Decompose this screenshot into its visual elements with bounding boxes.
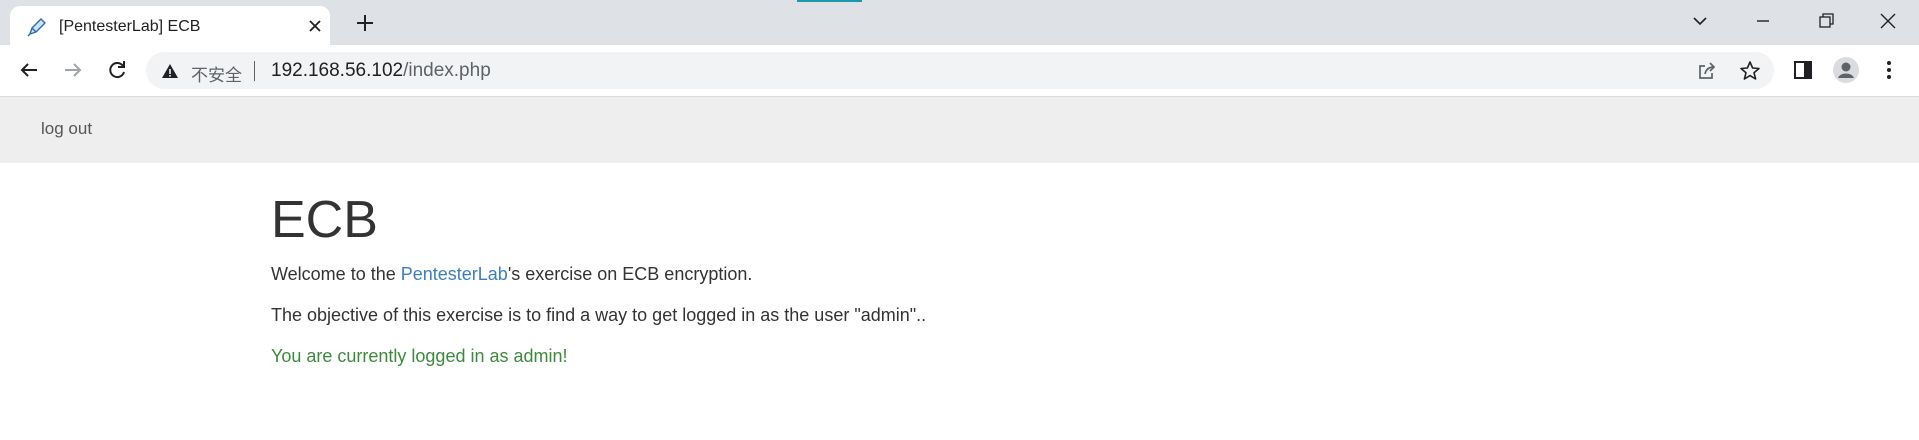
security-status-label[interactable]: 不安全 bbox=[191, 61, 242, 86]
intro-prefix: Welcome to the bbox=[271, 264, 401, 284]
address-bar[interactable]: 不安全 192.168.56.102/index.php bbox=[146, 52, 1774, 89]
more-menu-icon[interactable] bbox=[1875, 56, 1903, 84]
intro-paragraph: Welcome to the PentesterLab's exercise o… bbox=[271, 264, 752, 285]
warning-triangle-icon[interactable] bbox=[160, 61, 180, 81]
tab-title: [PentesterLab] ECB bbox=[59, 18, 201, 35]
close-window-icon[interactable] bbox=[1873, 8, 1903, 34]
minimize-icon[interactable] bbox=[1748, 8, 1778, 34]
back-arrow-icon[interactable] bbox=[15, 56, 43, 84]
url-host: 192.168.56.102 bbox=[271, 60, 404, 81]
url-text[interactable]: 192.168.56.102/index.php bbox=[271, 60, 491, 82]
reload-icon[interactable] bbox=[103, 56, 131, 84]
address-bar-divider bbox=[254, 61, 255, 81]
tab-strip: [PentesterLab] ECB bbox=[0, 0, 1919, 45]
logout-link[interactable]: log out bbox=[41, 119, 92, 139]
login-status-message: You are currently logged in as admin! bbox=[271, 346, 568, 366]
restore-window-icon[interactable] bbox=[1811, 8, 1841, 34]
tab-search-chevron-down-icon[interactable] bbox=[1685, 8, 1715, 34]
profile-avatar-icon[interactable] bbox=[1832, 56, 1860, 84]
url-path: /index.php bbox=[403, 60, 491, 81]
page-title: ECB bbox=[271, 191, 378, 249]
objective-paragraph: The objective of this exercise is to fin… bbox=[271, 305, 927, 325]
browser-toolbar: 不安全 192.168.56.102/index.php bbox=[0, 45, 1919, 97]
bookmark-star-icon[interactable] bbox=[1738, 59, 1762, 83]
site-navbar: log out bbox=[0, 97, 1919, 163]
new-tab-plus-icon[interactable] bbox=[352, 10, 378, 36]
intro-suffix: 's exercise on ECB encryption. bbox=[507, 264, 753, 284]
forward-arrow-icon[interactable] bbox=[59, 56, 87, 84]
pencil-favicon-icon bbox=[26, 16, 48, 38]
share-icon[interactable] bbox=[1695, 59, 1719, 83]
pentesterlab-link[interactable]: PentesterLab bbox=[401, 264, 508, 284]
side-panel-icon[interactable] bbox=[1789, 56, 1817, 84]
browser-tab-active[interactable]: [PentesterLab] ECB bbox=[10, 6, 330, 45]
tab-strip-accent bbox=[797, 0, 862, 2]
tab-close-icon[interactable] bbox=[305, 16, 325, 36]
